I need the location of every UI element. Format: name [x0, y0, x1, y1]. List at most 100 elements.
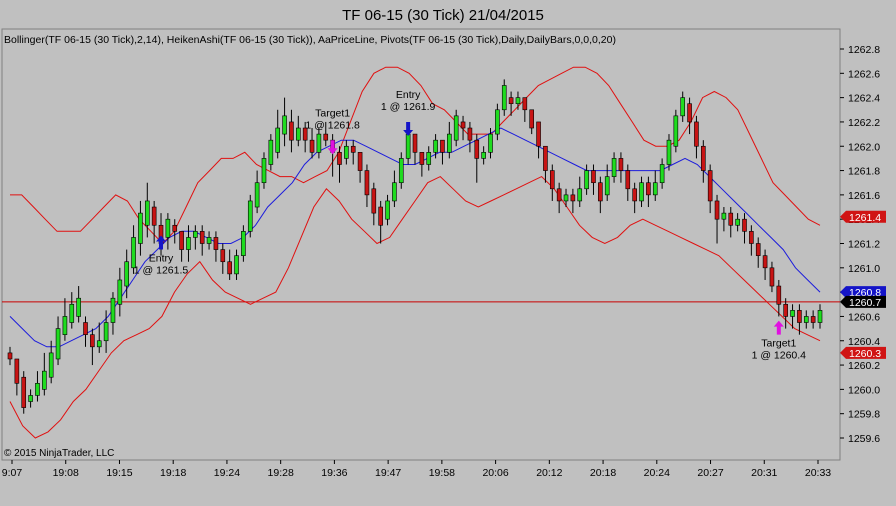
chart-title: TF 06-15 (30 Tick) 21/04/2015 [342, 7, 544, 24]
candle-body [96, 340, 102, 348]
candle-body [69, 303, 75, 323]
trade-label-name: Target1 [761, 338, 796, 350]
candle-body [529, 109, 534, 129]
price-badge: 1261.4 [840, 210, 886, 224]
candlestick-chart[interactable]: TF 06-15 (30 Tick) 21/04/2015 Bollinger(… [0, 0, 896, 506]
candle-bear [21, 371, 27, 414]
candle-body [659, 164, 665, 184]
candle-body [275, 127, 281, 153]
candle-body [289, 121, 294, 141]
candle-body [508, 97, 514, 105]
chart-window: TF 06-15 (30 Tick) 21/04/2015 Bollinger(… [0, 0, 896, 506]
candle-body [694, 121, 699, 147]
candle-body [687, 103, 692, 123]
candle-body [783, 303, 788, 317]
candle-body [522, 97, 528, 111]
x-tick-label: 20:33 [805, 467, 831, 479]
candle-body [543, 145, 548, 171]
candle-body [357, 152, 363, 171]
candle-body [515, 97, 521, 105]
candle-body [117, 279, 123, 305]
x-tick-label: 20:06 [482, 467, 508, 479]
candle-body [639, 182, 644, 202]
y-tick-label: 1260.0 [848, 384, 880, 396]
candle-body [103, 322, 109, 342]
candle-body [646, 182, 651, 196]
candle-body [316, 133, 322, 153]
price-badge-label: 1260.3 [849, 348, 881, 360]
y-tick-label: 1260.4 [848, 336, 880, 348]
candle-body [385, 200, 390, 220]
candle-body [398, 158, 404, 184]
candle-body [7, 352, 13, 360]
candle-body [749, 231, 754, 244]
candle-body [261, 158, 267, 184]
trade-label-price: 1 @ 1261.8 [305, 119, 360, 131]
candle-body [405, 133, 411, 159]
candle-body [151, 206, 157, 226]
candle-body [803, 316, 809, 323]
trade-label-price: 1 @ 1260.4 [752, 350, 807, 362]
candle-body [323, 133, 329, 141]
candle-body [234, 255, 239, 275]
candle-body [172, 224, 178, 232]
candle-body [138, 212, 143, 244]
candle-body [742, 218, 747, 232]
candle-body [604, 176, 610, 196]
candle-body [790, 310, 795, 317]
plot-area[interactable] [1, 28, 841, 461]
y-tick-label: 1259.8 [848, 409, 880, 421]
x-tick-label: 20:24 [644, 467, 670, 479]
candle-body [810, 316, 816, 323]
price-badge-label: 1260.7 [849, 297, 881, 309]
candle-body [625, 170, 631, 190]
candle-body [632, 188, 637, 202]
candle-body [563, 194, 569, 202]
y-tick-label: 1260.2 [848, 360, 880, 372]
candle-body [110, 297, 116, 323]
candle-body [447, 133, 452, 153]
price-badge-label: 1261.4 [849, 212, 881, 224]
candle-body [419, 152, 425, 165]
candle-body [707, 170, 713, 202]
candle-body [495, 109, 500, 135]
candle-body [14, 358, 20, 384]
candle-body [179, 231, 184, 250]
candle-body [28, 395, 33, 402]
candle-body [220, 249, 226, 263]
x-tick-label: 9:07 [2, 467, 23, 479]
y-tick-label: 1262.0 [848, 141, 880, 153]
trade-label-price: 1 @ 1261.9 [381, 101, 436, 113]
candle-body [55, 328, 61, 360]
candle-body [247, 200, 253, 232]
candle-body [598, 182, 603, 202]
candle-body [549, 170, 555, 190]
candle-body [728, 212, 734, 226]
x-tick-label: 19:28 [268, 467, 294, 479]
candle-body [701, 145, 706, 171]
trade-label-name: Entry [396, 89, 421, 101]
y-tick-label: 1259.6 [848, 433, 880, 445]
candle-body [714, 200, 720, 220]
candle-body [296, 127, 301, 141]
x-tick-label: 19:24 [214, 467, 240, 479]
y-tick-label: 1260.6 [848, 311, 880, 323]
candle-body [591, 170, 596, 184]
trade-label-price: 1 @ 1261.5 [134, 265, 189, 277]
candle-body [42, 370, 47, 390]
x-tick-label: 20:18 [590, 467, 616, 479]
candle-body [124, 261, 129, 287]
y-tick-label: 1261.8 [848, 166, 880, 178]
y-tick-label: 1262.2 [848, 117, 880, 129]
price-badge: 1260.3 [840, 346, 886, 360]
candle-body [488, 133, 493, 153]
candle-body [350, 145, 356, 153]
candle-bull [673, 109, 679, 153]
candle-body [776, 285, 782, 305]
candle-body [131, 237, 136, 269]
candle-body [199, 231, 205, 244]
candle-body [193, 231, 198, 238]
candle-body [412, 133, 418, 153]
candle-body [570, 194, 576, 202]
candle-body [467, 127, 473, 141]
